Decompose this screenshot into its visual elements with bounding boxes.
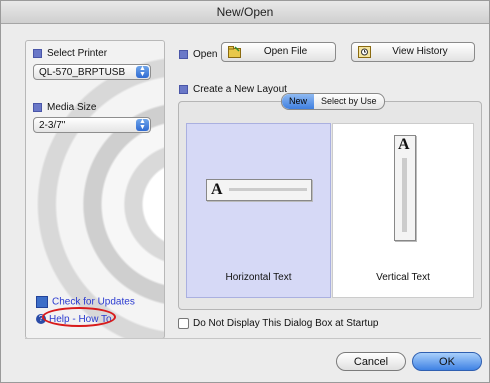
open-file-label: Open File xyxy=(263,46,308,57)
ok-button[interactable]: OK xyxy=(412,352,482,371)
media-size-value: 2-3/7" xyxy=(39,120,66,131)
sidebar-panel xyxy=(25,40,165,339)
tab-select-by-use[interactable]: Select by Use xyxy=(314,94,384,109)
new-open-dialog: New/Open Select Printer QL-570_BRPTUSB ▲… xyxy=(0,0,490,383)
bullet-icon xyxy=(179,49,188,59)
letter-a-glyph: A xyxy=(398,136,410,153)
horizontal-text-caption: Horizontal Text xyxy=(225,272,292,283)
tab-new[interactable]: New xyxy=(282,94,315,109)
text-line-decoration xyxy=(229,188,307,191)
bullet-icon xyxy=(33,102,42,112)
divider xyxy=(25,338,481,339)
open-heading: Open xyxy=(179,49,217,60)
vertical-text-caption: Vertical Text xyxy=(376,272,430,283)
media-size-heading: Media Size xyxy=(33,102,96,113)
startup-checkbox[interactable] xyxy=(178,318,189,329)
horizontal-label-preview: A xyxy=(206,179,312,201)
update-icon xyxy=(36,296,48,308)
select-printer-label: Select Printer xyxy=(47,48,108,59)
media-size-label: Media Size xyxy=(47,102,97,113)
startup-checkbox-label: Do Not Display This Dialog Box at Startu… xyxy=(193,318,379,330)
letter-a-glyph: A xyxy=(211,181,223,198)
vertical-text-option[interactable]: A Vertical Text xyxy=(332,123,474,298)
open-label: Open xyxy=(193,49,218,60)
updown-arrows-icon: ▲ ▼ xyxy=(136,65,149,78)
layout-segmented-control: New Select by Use xyxy=(281,93,385,110)
bullet-icon xyxy=(179,84,188,94)
horizontal-text-option[interactable]: A Horizontal Text xyxy=(186,123,331,298)
vertical-label-preview: A xyxy=(394,135,416,241)
create-layout-heading: Create a New Layout xyxy=(179,84,287,95)
window-title: New/Open xyxy=(1,1,489,24)
help-highlight-circle xyxy=(42,307,116,327)
create-layout-label: Create a New Layout xyxy=(193,84,287,95)
bullet-icon xyxy=(33,48,42,58)
printer-select[interactable]: QL-570_BRPTUSB ▲ ▼ xyxy=(33,64,151,80)
startup-checkbox-row[interactable]: Do Not Display This Dialog Box at Startu… xyxy=(178,318,378,329)
printer-select-value: QL-570_BRPTUSB xyxy=(39,67,126,78)
select-printer-heading: Select Printer xyxy=(33,48,107,59)
media-size-select[interactable]: 2-3/7" ▲ ▼ xyxy=(33,117,151,133)
view-history-label: View History xyxy=(392,46,448,57)
open-file-button[interactable]: Open File xyxy=(221,42,336,62)
updown-arrows-icon: ▲ ▼ xyxy=(136,118,149,131)
cancel-button[interactable]: Cancel xyxy=(336,352,406,371)
check-for-updates-label: Check for Updates xyxy=(52,296,135,308)
text-line-decoration xyxy=(402,158,407,232)
view-history-button[interactable]: View History xyxy=(351,42,475,62)
